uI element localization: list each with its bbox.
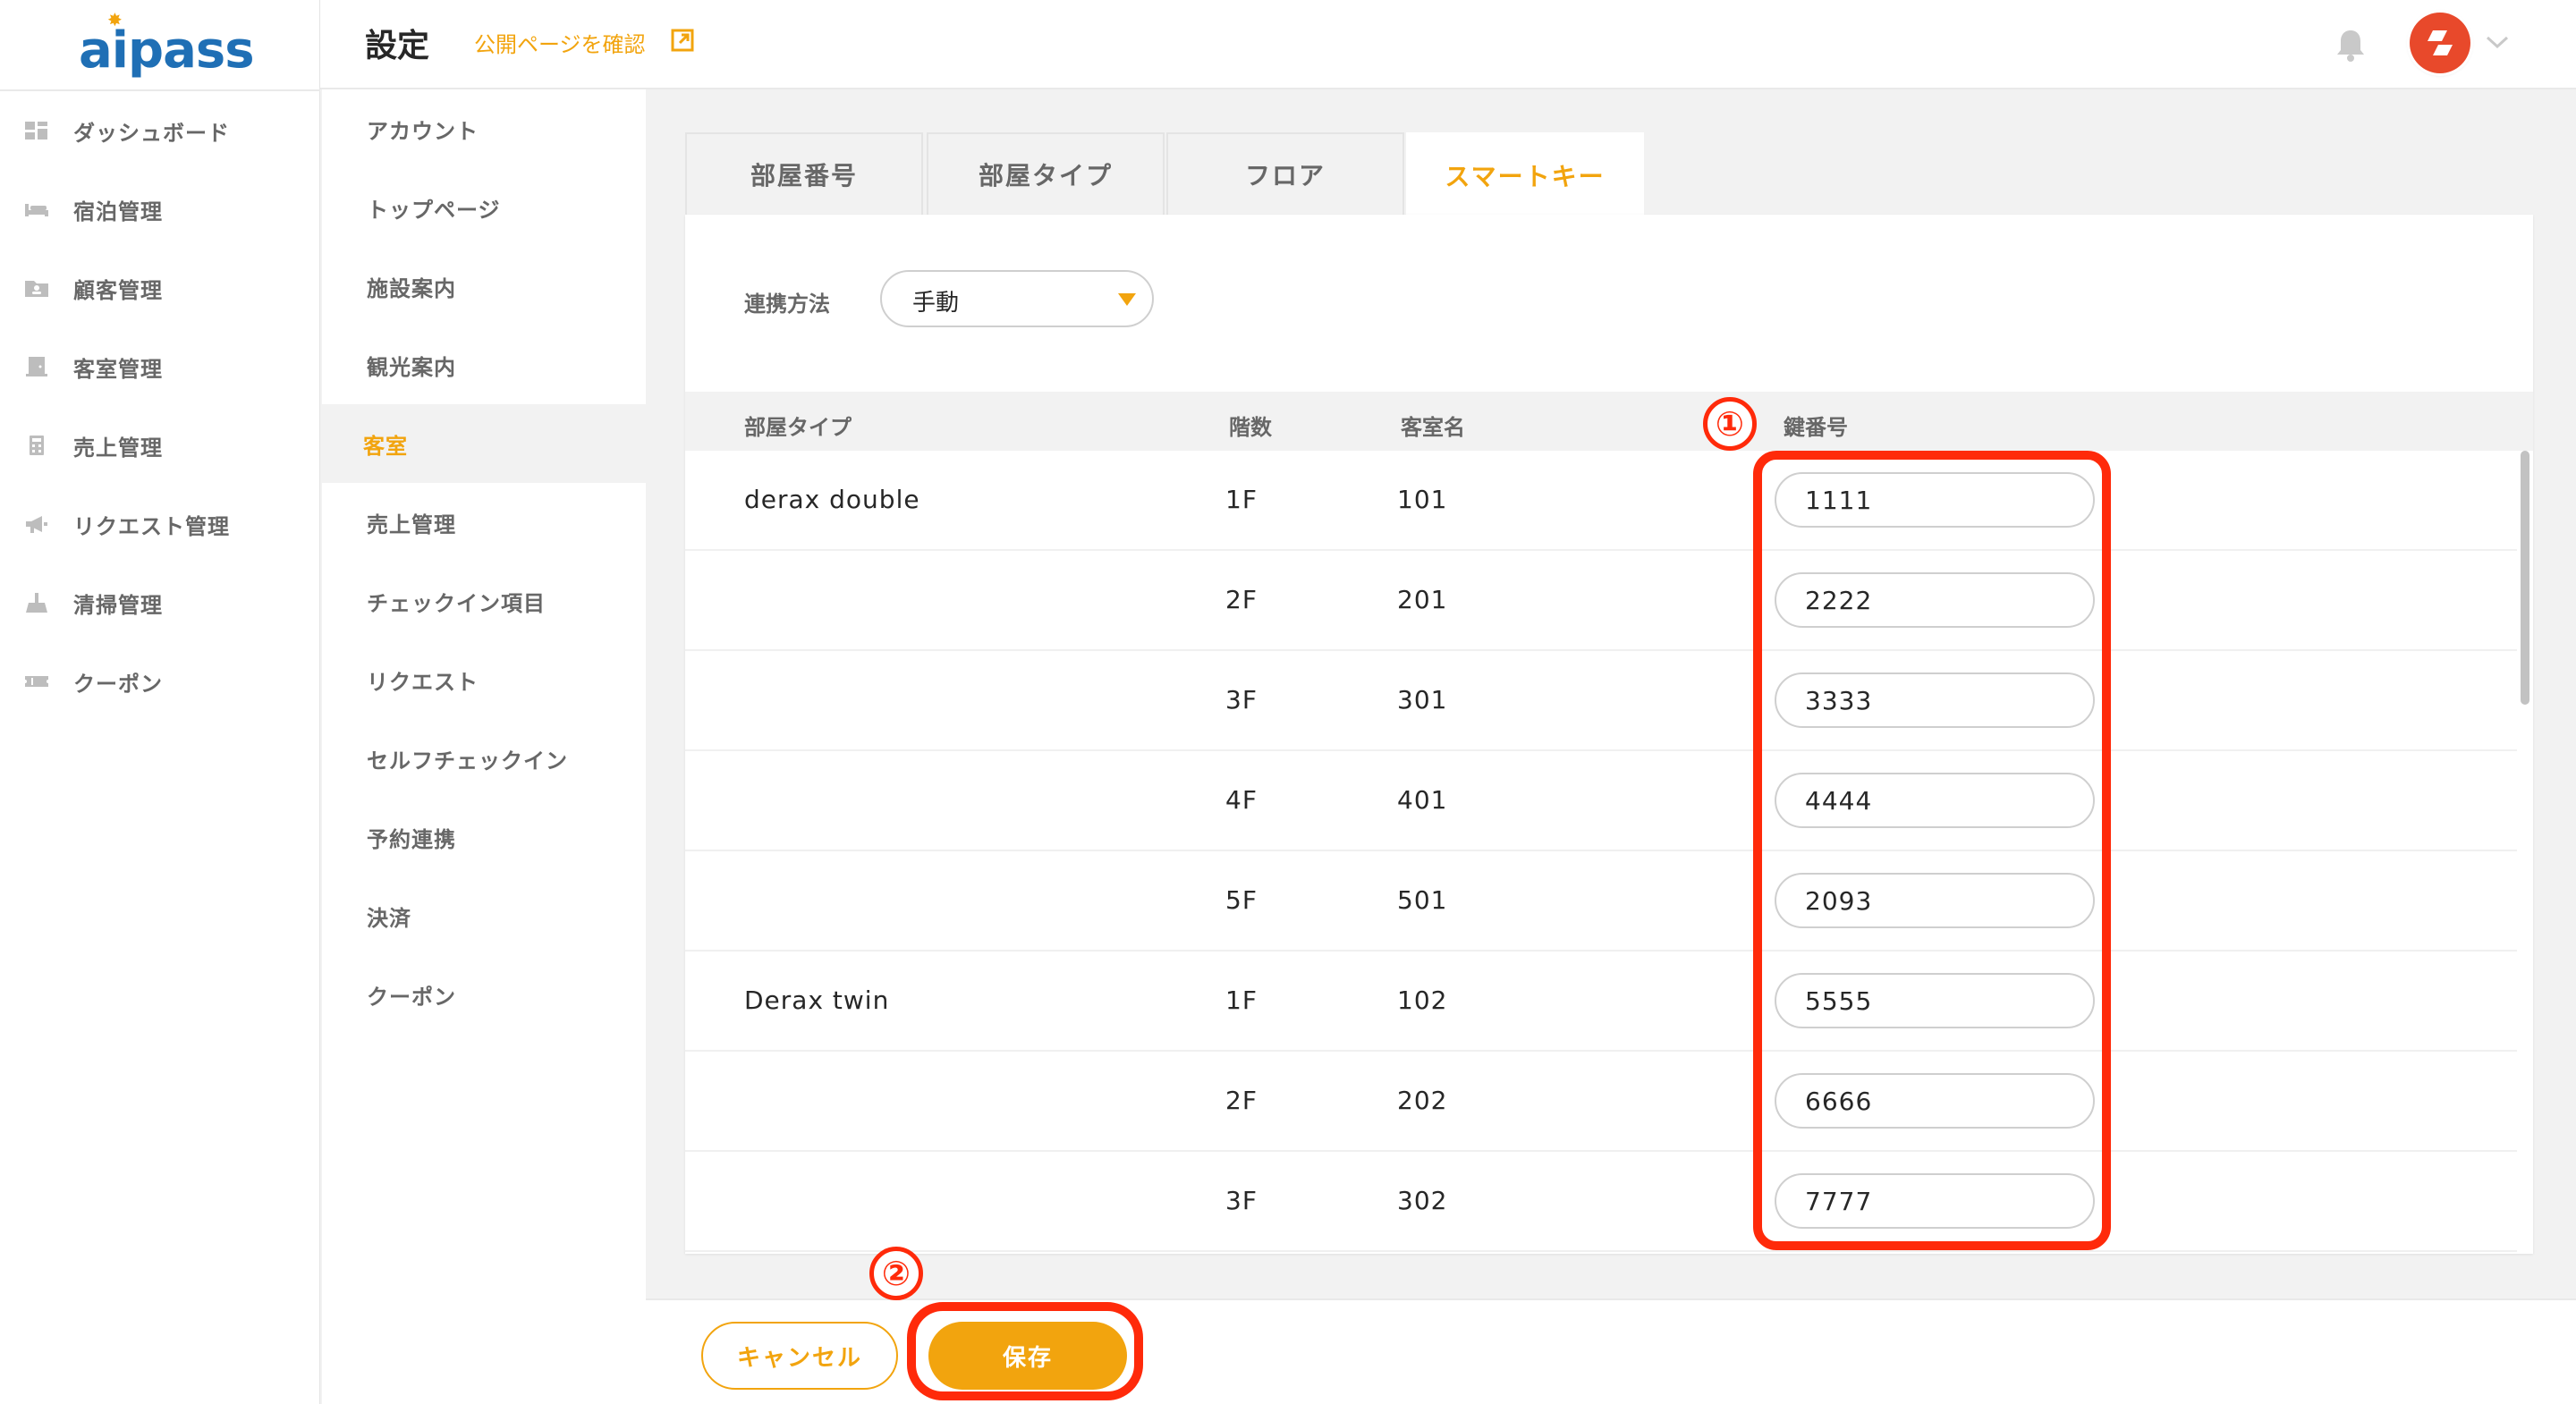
annotation-number-1: ① xyxy=(1703,397,1757,451)
facility-logo-icon xyxy=(2428,30,2453,55)
settings-item-top-page[interactable]: トップページ xyxy=(322,168,646,247)
annotation-highlight-save-button xyxy=(907,1302,1143,1400)
sidebar-item-label: 顧客管理 xyxy=(73,277,163,303)
chevron-down-icon[interactable] xyxy=(2485,34,2510,50)
floor-cell: 1F xyxy=(1225,485,1258,514)
page-title: 設定 xyxy=(365,28,430,64)
smart-key-panel: 連携方法 手動 部屋タイプ 階数 客室名 鍵番号 derax double 1F… xyxy=(685,215,2533,1254)
sidebar-item-requests[interactable]: リクエスト管理 xyxy=(0,497,320,551)
room-name-cell: 101 xyxy=(1397,485,1448,514)
table-header: 部屋タイプ 階数 客室名 鍵番号 xyxy=(685,392,2533,451)
avatar[interactable] xyxy=(2410,13,2470,73)
tab-smart-key[interactable]: スマートキー xyxy=(1406,132,1644,216)
room-name-cell: 302 xyxy=(1397,1186,1448,1215)
public-page-link[interactable]: 公開ページを確認 xyxy=(474,27,646,58)
bed-icon xyxy=(25,204,48,216)
sidebar-item-label: ダッシュボード xyxy=(73,120,230,146)
room-name-cell: 501 xyxy=(1397,885,1448,915)
sidebar-item-label: クーポン xyxy=(73,671,163,697)
sidebar-item-label: 売上管理 xyxy=(73,435,163,461)
floor-cell: 2F xyxy=(1225,1086,1258,1115)
scrollbar-thumb[interactable] xyxy=(2521,451,2529,705)
settings-item-facility-guide[interactable]: 施設案内 xyxy=(322,247,646,326)
settings-item-reservation-sync[interactable]: 予約連携 xyxy=(322,798,646,876)
settings-item-checkin-fields[interactable]: チェックイン項目 xyxy=(322,562,646,640)
settings-item-sightseeing[interactable]: 観光案内 xyxy=(322,326,646,404)
floor-cell: 5F xyxy=(1225,885,1258,915)
table-row: 5F 501 2093 xyxy=(685,851,2517,952)
settings-item-account[interactable]: アカウント xyxy=(322,89,646,168)
sync-method-value: 手動 xyxy=(912,290,960,317)
room-name-cell: 301 xyxy=(1397,685,1448,715)
floor-cell: 1F xyxy=(1225,985,1258,1015)
sidebar-item-label: 宿泊管理 xyxy=(73,199,163,224)
room-name-cell: 401 xyxy=(1397,785,1448,815)
room-type-cell: derax double xyxy=(744,485,920,514)
tab-room-type[interactable]: 部屋タイプ xyxy=(927,132,1165,215)
divider xyxy=(0,89,320,91)
column-header-room-name: 客室名 xyxy=(1401,415,1465,440)
ticket-icon xyxy=(25,676,48,687)
tab-floor[interactable]: フロア xyxy=(1166,132,1404,215)
room-name-cell: 102 xyxy=(1397,985,1448,1015)
main-sidebar: ✸ aipass ダッシュボード 宿泊管理 顧客管理 客室管理 売上管理 リクエ… xyxy=(0,0,320,1404)
settings-sidebar: アカウント トップページ 施設案内 観光案内 客室 売上管理 チェックイン項目 … xyxy=(322,89,646,1404)
settings-item-requests[interactable]: リクエスト xyxy=(322,640,646,719)
column-header-key-number: 鍵番号 xyxy=(1784,415,1848,440)
room-name-cell: 202 xyxy=(1397,1086,1448,1115)
settings-item-self-checkin[interactable]: セルフチェックイン xyxy=(322,719,646,798)
annotation-number-2: ② xyxy=(869,1247,923,1300)
settings-item-payment[interactable]: 決済 xyxy=(322,876,646,955)
sidebar-item-customers[interactable]: 顧客管理 xyxy=(0,261,320,315)
sidebar-item-coupons[interactable]: クーポン xyxy=(0,655,320,708)
table-row: 3F 301 3333 xyxy=(685,651,2517,751)
external-link-icon[interactable] xyxy=(671,29,694,52)
settings-item-rooms[interactable]: 客室 xyxy=(322,404,646,483)
table-row: Derax twin 1F 102 5555 xyxy=(685,952,2517,1052)
sidebar-item-cleaning[interactable]: 清掃管理 xyxy=(0,576,320,630)
floor-cell: 3F xyxy=(1225,685,1258,715)
table-row: 4F 401 4444 xyxy=(685,751,2517,851)
annotation-highlight-key-inputs xyxy=(1753,451,2111,1250)
aipass-logo[interactable]: ✸ aipass xyxy=(79,11,255,80)
sync-method-label: 連携方法 xyxy=(744,292,830,317)
column-header-room-type: 部屋タイプ xyxy=(744,415,852,440)
calculator-icon xyxy=(30,436,44,455)
room-type-cell: Derax twin xyxy=(744,985,890,1015)
sidebar-item-dashboard[interactable]: ダッシュボード xyxy=(0,104,320,157)
dashboard-icon xyxy=(25,122,47,140)
sidebar-item-rooms[interactable]: 客室管理 xyxy=(0,340,320,393)
table-row: 2F 201 2222 xyxy=(685,551,2517,651)
floor-cell: 4F xyxy=(1225,785,1258,815)
cancel-button[interactable]: キャンセル xyxy=(701,1322,898,1390)
column-header-floor: 階数 xyxy=(1229,415,1272,440)
megaphone-icon xyxy=(26,516,47,533)
sidebar-item-label: リクエスト管理 xyxy=(73,513,230,539)
sidebar-item-stays[interactable]: 宿泊管理 xyxy=(0,182,320,236)
bell-icon[interactable] xyxy=(2333,25,2368,64)
table-row: 2F 202 6666 xyxy=(685,1052,2517,1152)
sidebar-item-sales[interactable]: 売上管理 xyxy=(0,419,320,472)
room-name-cell: 201 xyxy=(1397,585,1448,614)
scrollbar[interactable] xyxy=(2517,451,2533,1254)
broom-icon xyxy=(26,593,47,613)
sidebar-item-label: 清掃管理 xyxy=(73,592,163,618)
sidebar-item-label: 客室管理 xyxy=(73,356,163,382)
sync-method-select[interactable]: 手動 xyxy=(880,270,1154,327)
folder-user-icon xyxy=(25,281,48,297)
settings-item-sales[interactable]: 売上管理 xyxy=(322,483,646,562)
table-row: derax double 1F 101 1111 xyxy=(685,451,2517,551)
door-icon xyxy=(26,357,47,376)
settings-item-coupons[interactable]: クーポン xyxy=(322,955,646,1034)
caret-down-icon xyxy=(1118,293,1136,306)
floor-cell: 2F xyxy=(1225,585,1258,614)
table-row: 3F 302 7777 xyxy=(685,1152,2517,1252)
top-header: 設定 公開ページを確認 xyxy=(320,0,2576,89)
floor-cell: 3F xyxy=(1225,1186,1258,1215)
tab-room-number[interactable]: 部屋番号 xyxy=(685,132,923,215)
